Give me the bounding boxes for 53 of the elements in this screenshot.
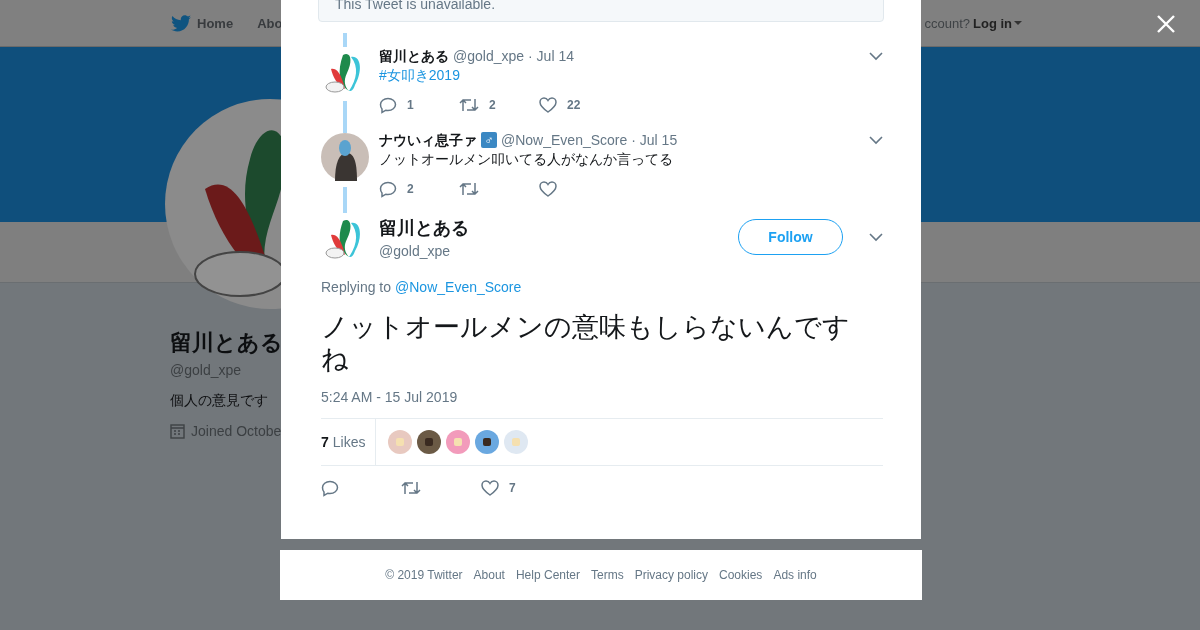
- reply-icon[interactable]: [321, 479, 339, 497]
- joined-date: Joined Octobe: [191, 423, 282, 439]
- follow-button[interactable]: Follow: [738, 219, 843, 255]
- caret-icon[interactable]: [869, 135, 883, 145]
- calendar-icon: [170, 423, 185, 439]
- heart-icon[interactable]: [539, 97, 557, 113]
- account-prompt: ccount?: [924, 15, 970, 31]
- nav-link[interactable]: Abo: [257, 15, 283, 31]
- user-handle[interactable]: @gold_xpe: [379, 242, 728, 259]
- user-handle[interactable]: @gold_xpe: [453, 47, 525, 65]
- bird-icon: [171, 14, 191, 32]
- caret-icon[interactable]: [869, 51, 883, 61]
- caret-icon[interactable]: [869, 232, 883, 242]
- hashtag-link[interactable]: #女叩き2019: [379, 67, 460, 83]
- copyright-text: © 2019 Twitter: [385, 568, 463, 582]
- home-link[interactable]: Home: [197, 15, 234, 31]
- likes-count[interactable]: 7: [321, 434, 329, 450]
- user-handle[interactable]: @Now_Even_Score: [501, 131, 628, 149]
- action-count: 2: [407, 182, 414, 196]
- tweet-text: ノットオールメン叩いてる人がなんか言ってる: [379, 150, 674, 169]
- tweet-timestamp[interactable]: 5:24 AM - 15 Jul 2019: [321, 389, 883, 405]
- likes-label[interactable]: Likes: [332, 434, 366, 450]
- login-link[interactable]: Log in: [973, 15, 1022, 31]
- footer-link[interactable]: Terms: [591, 568, 624, 582]
- tweet-date[interactable]: · Jul 15: [631, 131, 678, 149]
- action-count: 1: [407, 98, 414, 112]
- profile-name: 留川とある: [170, 329, 283, 357]
- user-name[interactable]: 留川とある: [379, 215, 728, 240]
- retweet-icon[interactable]: [459, 181, 479, 197]
- heart-icon[interactable]: [539, 181, 557, 197]
- profile-bio: 個人の意見です: [170, 392, 269, 410]
- action-count: 2: [489, 98, 496, 112]
- footer-link[interactable]: Help Center: [515, 568, 580, 582]
- replying-label: Replying to: [321, 279, 392, 295]
- footer-link[interactable]: About: [473, 568, 505, 582]
- action-count: 7: [509, 481, 516, 495]
- tweet-text: ノットオールメンの意味もしらないんですね: [321, 311, 851, 375]
- close-icon[interactable]: [1157, 15, 1175, 33]
- footer-link[interactable]: Ads info: [773, 568, 817, 582]
- reply-icon[interactable]: [379, 96, 397, 114]
- footer-link[interactable]: Privacy policy: [634, 568, 708, 582]
- reply-icon[interactable]: [379, 180, 397, 198]
- profile-handle: @gold_xpe: [170, 362, 243, 378]
- male-sign-emoji: ♂: [481, 132, 497, 148]
- retweet-icon[interactable]: [401, 480, 421, 496]
- heart-icon[interactable]: [481, 480, 499, 496]
- tweet-date[interactable]: · Jul 14: [528, 47, 574, 65]
- footer-link[interactable]: Cookies: [719, 568, 763, 582]
- action-count: 22: [567, 98, 581, 112]
- user-name[interactable]: ナウいィ息子ァ: [379, 131, 477, 149]
- retweet-icon[interactable]: [459, 97, 479, 113]
- user-name[interactable]: 留川とある: [379, 47, 449, 65]
- mention-link[interactable]: @Now_Even_Score: [395, 279, 522, 295]
